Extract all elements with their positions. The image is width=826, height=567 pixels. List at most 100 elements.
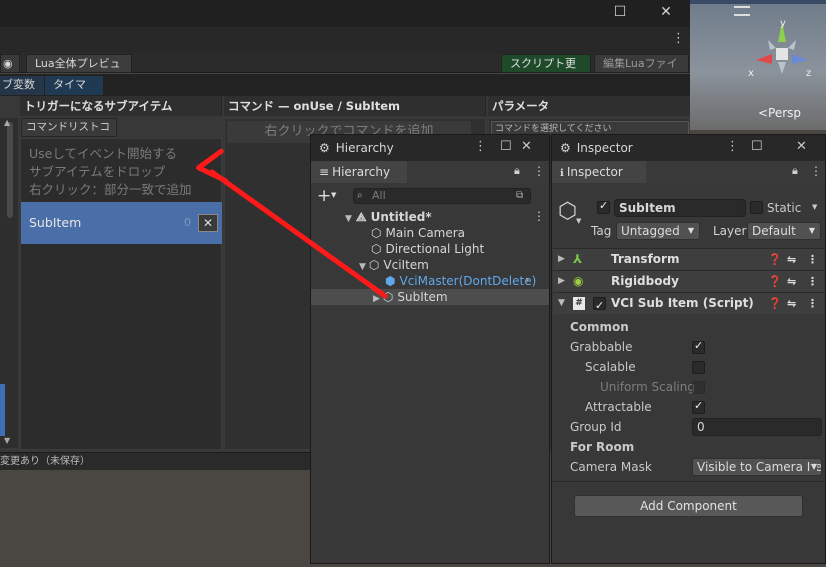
- icon-dropdown-arrow-icon[interactable]: ▼: [576, 217, 581, 225]
- attractable-checkbox[interactable]: ✓: [692, 399, 705, 414]
- scene-row-menu-icon[interactable]: ⋮: [533, 209, 545, 223]
- preset-icon: ⇋: [787, 297, 797, 310]
- hierarchy-search-input[interactable]: ⌕ All ⧉: [353, 188, 531, 204]
- add-dropdown-arrow-icon[interactable]: ▼: [331, 191, 336, 199]
- scene-view[interactable]: y x z <Persp: [690, 0, 826, 130]
- hierarchy-toolbar: + ▼ ⌕ All ⧉: [311, 185, 549, 207]
- group-id-field[interactable]: 0: [692, 418, 822, 436]
- trigger-drop-area[interactable]: Useしてイベント開始する サブアイテムをドロップ 右クリック：部分一致で追加 …: [20, 138, 222, 450]
- more-menu-icon[interactable]: ⋮: [672, 31, 685, 46]
- hierarchy-window-icon: ⚙: [319, 141, 330, 155]
- expand-arrow-icon: ▼: [558, 298, 565, 308]
- scalable-checkbox[interactable]: [692, 361, 705, 374]
- object-name-field[interactable]: SubItem: [614, 199, 746, 217]
- hierarchy-item-subitem[interactable]: ▶ ⬡ SubItem: [373, 289, 448, 305]
- tag-dropdown[interactable]: Untagged ▼: [616, 222, 700, 240]
- static-label: Static: [767, 201, 802, 215]
- target-icon: ◉: [3, 57, 13, 70]
- lock-icon[interactable]: 🔒︎: [514, 164, 520, 178]
- tab-lua-preview[interactable]: Lua全体プレビュー: [26, 54, 132, 88]
- inspector-menu-icon[interactable]: ⋮: [726, 139, 739, 154]
- tab-timer[interactable]: タイマー: [45, 76, 103, 109]
- expand-arrow-icon[interactable]: ▼: [345, 214, 352, 224]
- edit-lua-button[interactable]: 編集Luaファイル: [594, 54, 689, 88]
- attractable-label: Attractable: [585, 400, 652, 414]
- close-icon[interactable]: ✕: [656, 3, 676, 21]
- collapse-arrow-icon[interactable]: ▶: [373, 294, 380, 304]
- copy-command-list-button[interactable]: コマンドリストコピー: [21, 118, 117, 150]
- left-selected-marker: [0, 384, 5, 436]
- camera-mask-dropdown[interactable]: Visible to Camera Ite ▼: [692, 458, 822, 476]
- scene-root-row[interactable]: ▼ ⟁ Untitled*: [345, 209, 432, 225]
- inspector-tab-menu-icon[interactable]: ⋮: [810, 164, 822, 178]
- add-component-button[interactable]: Add Component: [574, 495, 803, 517]
- grabbable-checkbox[interactable]: ✓: [692, 339, 705, 354]
- hierarchy-tab-menu-icon[interactable]: ⋮: [533, 164, 545, 178]
- tab-variables[interactable]: ブ変数: [0, 76, 44, 95]
- hierarchy-item-vcimaster[interactable]: ⬢ VciMaster(DontDelete): [385, 273, 536, 289]
- static-checkbox[interactable]: [750, 201, 763, 214]
- help-icon: ❓: [768, 253, 782, 266]
- rigidbody-icon: ◉: [573, 274, 584, 288]
- inspector-maximize-icon[interactable]: ☐: [751, 139, 763, 154]
- hierarchy-title-bar[interactable]: ⚙ Hierarchy ⋮ ☐ ✕: [311, 135, 549, 161]
- layer-dropdown[interactable]: Default ▼: [747, 222, 821, 240]
- uniform-scaling-checkbox[interactable]: [692, 381, 705, 394]
- hierarchy-close-icon[interactable]: ✕: [521, 139, 532, 154]
- tab-inspector[interactable]: ℹ Inspector: [552, 161, 646, 183]
- chevron-down-icon: ▼: [810, 459, 817, 475]
- trigger-column-header: トリガーになるサブアイテム: [20, 96, 222, 116]
- for-room-section-label: For Room: [570, 440, 635, 454]
- search-filter-icon[interactable]: ⧉: [516, 189, 523, 203]
- left-scroll-list[interactable]: ▲ ▼: [0, 118, 18, 448]
- parameter-column-header: パラメータ: [488, 96, 690, 116]
- scrollbar-thumb[interactable]: [7, 122, 13, 218]
- scene-top-strip: [690, 0, 826, 4]
- static-dropdown-arrow-icon[interactable]: ▼: [812, 203, 817, 211]
- scene-drag-handle-icon[interactable]: [734, 6, 750, 16]
- hierarchy-maximize-icon[interactable]: ☐: [500, 139, 512, 154]
- cube-icon: ⬡: [382, 290, 394, 304]
- command-column-header: コマンド — onUse / SubItem: [224, 96, 486, 116]
- component-menu-icon: ⋮: [807, 253, 818, 266]
- expand-arrow-icon: ▶: [558, 254, 565, 264]
- hierarchy-menu-icon[interactable]: ⋮: [474, 139, 487, 154]
- search-icon: ⌕: [357, 190, 363, 201]
- maximize-icon[interactable]: ☐: [610, 3, 630, 21]
- scroll-up-icon[interactable]: ▲: [4, 118, 10, 127]
- lock-icon[interactable]: 🔒︎: [792, 164, 798, 178]
- persp-toggle[interactable]: <Persp: [758, 106, 801, 120]
- gameobject-cube-icon: ⬡: [558, 199, 578, 224]
- hierarchy-item-directional-light[interactable]: ⬡ Directional Light: [371, 241, 484, 257]
- scroll-down-icon[interactable]: ▼: [4, 436, 10, 445]
- remove-subitem-button[interactable]: ✕: [198, 214, 218, 232]
- subitem-entry[interactable]: SubItem 0 ✕: [21, 202, 222, 244]
- subitem-entry-count: 0: [184, 216, 191, 229]
- script-icon: #: [573, 297, 585, 310]
- uniform-scaling-label: Uniform Scaling: [600, 380, 695, 394]
- component-menu-icon: ⋮: [807, 275, 818, 288]
- hint-line-3: 右クリック：部分一致で追加: [29, 182, 192, 197]
- tab-row-second: ブ変数 タイマー: [0, 74, 690, 109]
- inspector-title-bar[interactable]: ⚙ Inspector ⋮ ☐ ✕: [552, 135, 825, 161]
- component-vci-sub-item[interactable]: ▼ # ✓ VCI Sub Item (Script) ❓ ⇋ ⋮: [553, 292, 824, 314]
- active-checkbox[interactable]: ✓: [597, 199, 610, 214]
- hierarchy-tab-bar: ≡ Hierarchy 🔒︎ ⋮: [311, 161, 549, 183]
- component-transform[interactable]: ▶ ⅄ Transform ❓ ⇋ ⋮: [553, 248, 824, 270]
- preset-icon: ⇋: [787, 253, 797, 266]
- tab-scroll-left[interactable]: ◉: [0, 54, 20, 73]
- help-icon: ❓: [768, 275, 782, 288]
- inspector-close-icon[interactable]: ✕: [796, 139, 807, 154]
- list-icon: ≡: [319, 165, 330, 179]
- menu-bar: ⋮: [0, 27, 690, 53]
- tab-hierarchy[interactable]: ≡ Hierarchy: [311, 161, 407, 183]
- unity-scene-icon: ⟁: [355, 210, 367, 224]
- expand-arrow-icon[interactable]: ▼: [359, 262, 366, 272]
- hierarchy-item-vciitem[interactable]: ▼ ⬡ VciItem: [359, 257, 429, 273]
- add-object-button[interactable]: +: [317, 185, 331, 207]
- transform-icon: ⅄: [573, 252, 583, 266]
- script-update-button[interactable]: スクリプト更新: [501, 54, 591, 88]
- prefab-arrow-icon[interactable]: ›: [525, 273, 529, 286]
- hierarchy-item-main-camera[interactable]: ⬡ Main Camera: [371, 225, 465, 241]
- component-rigidbody[interactable]: ▶ ◉ Rigidbody ❓ ⇋ ⋮: [553, 270, 824, 292]
